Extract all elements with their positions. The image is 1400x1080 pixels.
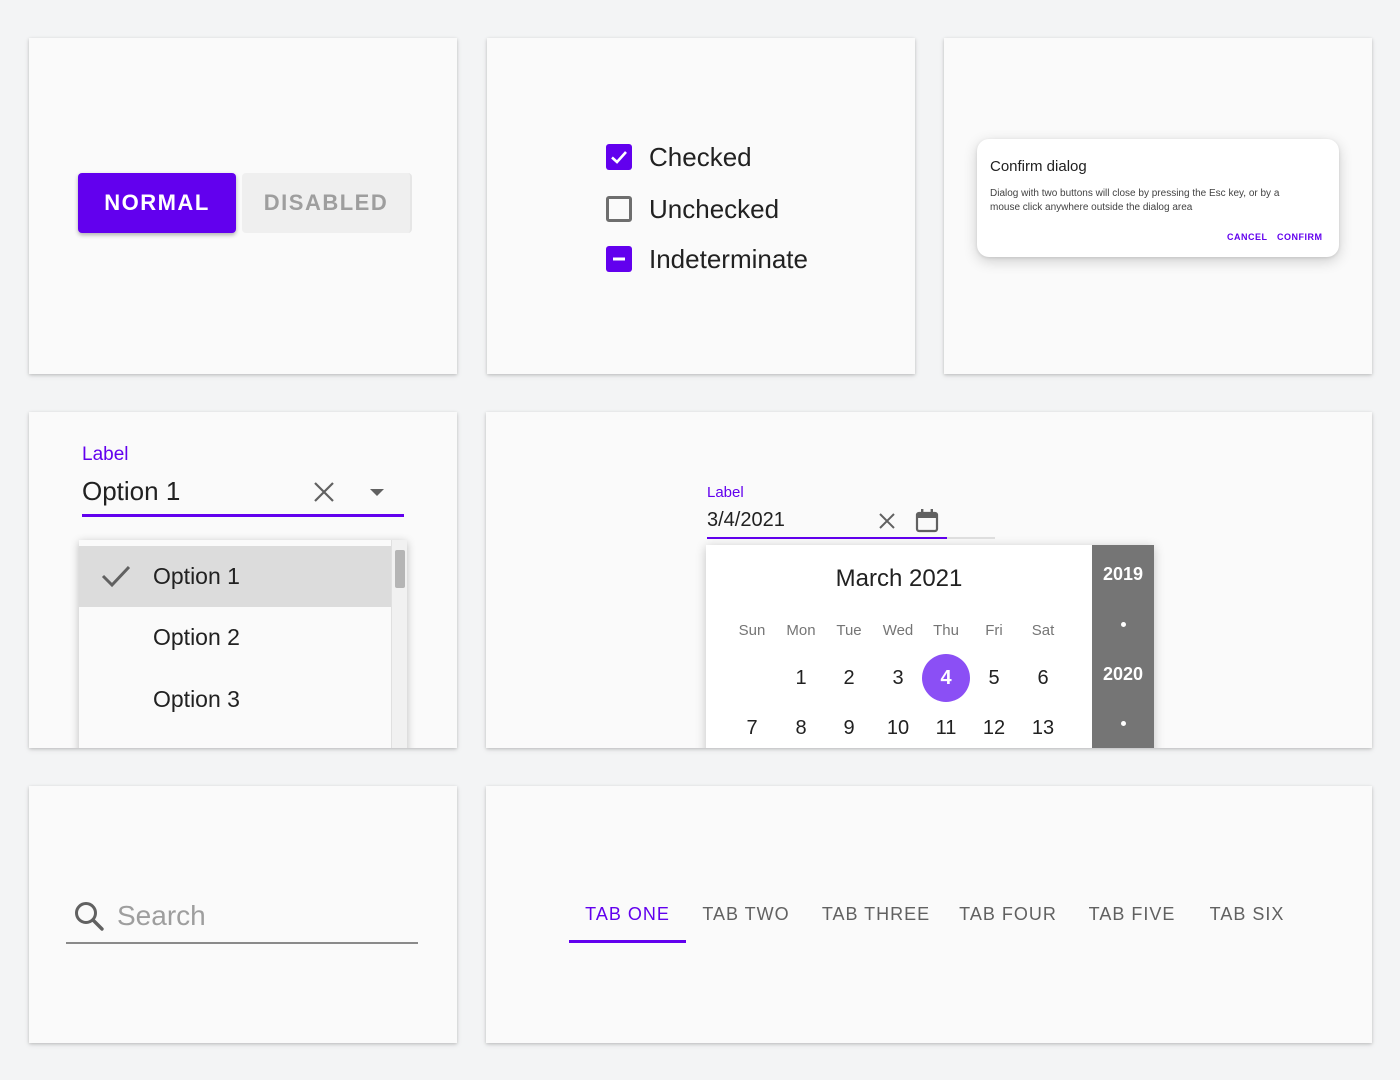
tabs-card: TAB ONE TAB TWO TAB THREE TAB FOUR TAB F…	[486, 786, 1372, 1043]
calendar-day[interactable]: 8	[777, 704, 825, 748]
dialog-card: Confirm dialog Dialog with two buttons w…	[944, 38, 1372, 374]
normal-button[interactable]: NORMAL	[78, 173, 236, 233]
year-option[interactable]: 2020	[1092, 664, 1154, 685]
date-input-value[interactable]: 3/4/2021	[707, 509, 785, 532]
weekday-label: Fri	[985, 622, 1003, 639]
checkbox-unchecked[interactable]: Unchecked	[606, 189, 779, 229]
date-underline-extension	[947, 537, 995, 539]
calendar-month-title: March 2021	[835, 565, 963, 592]
search-card	[29, 786, 457, 1043]
calendar-popup: March 2021 Sun Mon Tue Wed Thu Fri Sat 1…	[706, 545, 1154, 748]
checkbox-label: Unchecked	[649, 193, 780, 224]
dropdown-scrollbar[interactable]	[391, 540, 407, 748]
checkboxes-card: Checked Unchecked Indeterminate	[487, 38, 915, 374]
tab-one[interactable]: TAB ONE	[569, 894, 686, 944]
dialog-title: Confirm dialog	[990, 158, 1087, 175]
select-value[interactable]: Option 1	[82, 476, 180, 507]
search-underline	[66, 942, 418, 944]
calendar-day[interactable]: 12	[970, 704, 1018, 748]
select-option[interactable]: Option 1	[79, 546, 391, 607]
select-option-label: Option 3	[153, 686, 240, 712]
weekday-label: Wed	[882, 622, 914, 639]
calendar-day[interactable]: 10	[874, 704, 922, 748]
select-option[interactable]: Option 3	[79, 669, 391, 730]
tab-five[interactable]: TAB FIVE	[1080, 894, 1184, 944]
calendar-day[interactable]: 5	[970, 654, 1018, 702]
calendar-icon[interactable]	[914, 508, 940, 534]
tab-three[interactable]: TAB THREE	[811, 894, 941, 944]
weekday-label: Tue	[836, 622, 862, 639]
calendar-day[interactable]: 11	[922, 704, 970, 748]
year-dot	[1121, 622, 1126, 627]
clear-icon[interactable]	[312, 480, 336, 504]
buttons-card: NORMAL DISABLED	[29, 38, 457, 374]
clear-icon[interactable]	[877, 511, 897, 531]
weekday-label: Thu	[933, 622, 959, 639]
scrollbar-thumb[interactable]	[395, 550, 405, 588]
select-card: Label Option 1 Option 1 Option 2 Option …	[29, 412, 457, 748]
calendar-day	[728, 654, 776, 702]
disabled-button: DISABLED	[242, 173, 412, 233]
select-label: Label	[82, 444, 129, 465]
dropdown-arrow-icon[interactable]	[369, 488, 385, 498]
select-underline	[82, 514, 404, 517]
checkbox-unchecked-icon[interactable]	[606, 196, 632, 222]
select-option[interactable]: Option 2	[79, 607, 391, 668]
date-label: Label	[707, 484, 744, 501]
year-selector: 2019 2020	[1092, 545, 1154, 748]
checkbox-indeterminate[interactable]: Indeterminate	[606, 239, 808, 279]
select-option-label: Option 1	[153, 563, 240, 589]
select-option-label: Option 2	[153, 624, 240, 650]
calendar-day[interactable]: 3	[874, 654, 922, 702]
calendar-day[interactable]: 1	[777, 654, 825, 702]
checkbox-indeterminate-icon[interactable]	[606, 246, 632, 272]
datepicker-card: Label 3/4/2021 March 2021 Sun Mon Tue We…	[486, 412, 1372, 748]
tab-two[interactable]: TAB TWO	[692, 894, 800, 944]
calendar-day-selected[interactable]: 4	[922, 654, 970, 702]
weekday-label: Mon	[786, 622, 816, 639]
calendar-day[interactable]: 13	[1019, 704, 1067, 748]
dialog-body: Dialog with two buttons will close by pr…	[990, 188, 1280, 213]
select-dropdown-menu: Option 1 Option 2 Option 3	[79, 540, 407, 748]
tab-six[interactable]: TAB SIX	[1202, 894, 1292, 944]
weekday-label: Sat	[1031, 622, 1055, 639]
calendar-day[interactable]: 2	[825, 654, 873, 702]
search-icon	[75, 902, 104, 931]
checkbox-checked-icon[interactable]	[606, 144, 632, 170]
confirm-dialog: Confirm dialog Dialog with two buttons w…	[977, 139, 1339, 257]
dialog-cancel-button[interactable]: CANCEL	[1227, 232, 1268, 242]
calendar-day[interactable]: 9	[825, 704, 873, 748]
search-input[interactable]	[117, 896, 407, 936]
calendar-day[interactable]: 6	[1019, 654, 1067, 702]
year-dot	[1121, 721, 1126, 726]
checkbox-checked[interactable]: Checked	[606, 137, 752, 177]
calendar-day[interactable]: 7	[728, 704, 776, 748]
date-underline	[707, 537, 947, 539]
dialog-confirm-button[interactable]: CONFIRM	[1277, 232, 1323, 242]
checkbox-label: Indeterminate	[649, 243, 808, 274]
year-option[interactable]: 2019	[1092, 564, 1154, 585]
weekday-label: Sun	[738, 622, 766, 639]
tab-four[interactable]: TAB FOUR	[952, 894, 1064, 944]
active-tab-indicator	[569, 940, 686, 943]
checkbox-label: Checked	[649, 141, 752, 172]
check-icon	[101, 565, 131, 588]
